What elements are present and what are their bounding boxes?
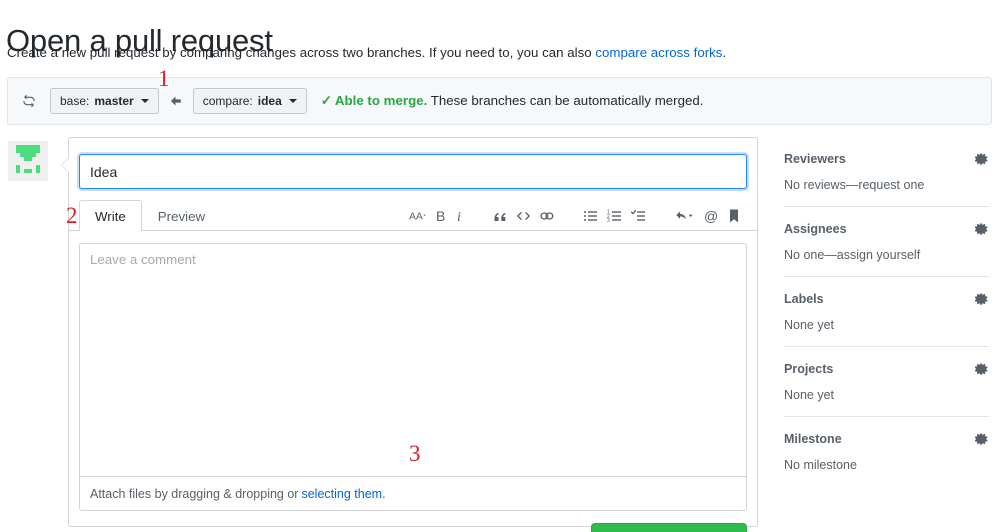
ordered-list-icon[interactable]: 1 2 3 [603,203,627,229]
tab-preview[interactable]: Preview [142,200,221,231]
pull-request-title-input[interactable] [79,154,747,189]
sidebar-section-labels: Labels None yet [784,276,989,346]
sidebar-section-reviewers: Reviewers No reviews—request one [784,152,989,206]
sidebar-section-milestone: Milestone No milestone [784,416,989,486]
gear-icon[interactable] [975,292,989,306]
merge-status-label: Able to merge. [335,93,427,108]
mention-icon[interactable]: @ [699,203,723,229]
sidebar-header-labels[interactable]: Labels [784,292,989,306]
sidebar-value-labels: None yet [784,318,989,332]
sidebar: Reviewers No reviews—request one Assigne… [784,152,989,486]
link-icon[interactable] [535,203,559,229]
sidebar-title-assignees: Assignees [784,222,847,236]
sidebar-value-reviewers[interactable]: No reviews—request one [784,178,989,192]
arrow-left-icon [169,94,183,108]
open-pull-request-page: Open a pull request Create a new pull re… [0,0,1006,532]
svg-text:3: 3 [607,218,610,224]
gear-icon[interactable] [975,152,989,166]
sidebar-section-assignees: Assignees No one—assign yourself [784,206,989,276]
code-icon[interactable] [512,203,535,229]
compare-branch-prefix: compare: [203,94,253,108]
tab-write[interactable]: Write [79,200,142,231]
svg-text:B: B [436,208,445,224]
compare-branch-selector[interactable]: compare: idea [193,88,307,114]
quote-icon[interactable] [489,203,512,229]
selecting-them-link[interactable]: selecting them. [301,487,385,501]
reply-icon[interactable] [671,203,699,229]
sidebar-header-assignees[interactable]: Assignees [784,222,989,236]
composer-footer: M↓ Styling with Markdown is supported Cr… [79,522,747,532]
sidebar-value-assignees[interactable]: No one—assign yourself [784,248,989,262]
base-branch-prefix: base: [60,94,89,108]
task-list-icon[interactable] [627,203,651,229]
sidebar-section-projects: Projects None yet [784,346,989,416]
saved-replies-icon[interactable] [723,203,745,229]
sidebar-title-projects: Projects [784,362,833,376]
compare-across-forks-link[interactable]: compare across forks [595,45,722,60]
gear-icon[interactable] [975,222,989,236]
tab-write-label: Write [95,209,126,224]
branch-comparison-bar: base: master compare: idea ✓Able to merg… [7,77,992,125]
svg-text:AA: AA [409,211,423,222]
subtitle-text-after: . [722,45,726,60]
check-icon: ✓ [321,93,332,108]
merge-status-detail: These branches can be automatically merg… [427,93,703,108]
sidebar-header-projects[interactable]: Projects [784,362,989,376]
svg-text:@: @ [704,208,718,224]
avatar[interactable] [8,141,48,181]
annotation-marker-2: 2 [66,204,78,227]
italic-icon[interactable]: i [451,203,469,229]
base-branch-name: master [94,94,133,108]
sidebar-header-reviewers[interactable]: Reviewers [784,152,989,166]
base-branch-selector[interactable]: base: master [50,88,159,114]
comment-composer: Write Preview AA B i [68,137,758,527]
sidebar-value-milestone: No milestone [784,458,989,472]
tab-preview-label: Preview [158,209,205,224]
sidebar-title-labels: Labels [784,292,824,306]
attach-files-text: Attach files by dragging & dropping or [90,487,298,501]
create-pull-request-button[interactable]: Create pull request [591,523,747,532]
compare-sync-icon [18,90,40,112]
annotation-marker-3: 3 [409,442,421,465]
markdown-toolbar: AA B i [405,200,745,231]
sidebar-title-reviewers: Reviewers [784,152,846,166]
merge-status: ✓Able to merge. These branches can be au… [321,93,704,109]
heading-icon[interactable]: AA [405,203,431,229]
chevron-down-icon [141,99,149,103]
sidebar-value-projects: None yet [784,388,989,402]
sidebar-title-milestone: Milestone [784,432,842,446]
subtitle-text-before: Create a new pull request by comparing c… [7,45,595,60]
sidebar-header-milestone[interactable]: Milestone [784,432,989,446]
unordered-list-icon[interactable] [579,203,603,229]
annotation-marker-1: 1 [158,67,170,90]
attach-files-bar[interactable]: Attach files by dragging & dropping orse… [79,476,747,511]
gear-icon[interactable] [975,362,989,376]
page-subtitle: Create a new pull request by comparing c… [7,43,726,62]
composer-tabs: Write Preview [79,200,221,231]
gear-icon[interactable] [975,432,989,446]
compare-branch-name: idea [258,94,282,108]
svg-text:i: i [457,210,461,224]
bold-icon[interactable]: B [431,203,451,229]
chevron-down-icon [289,99,297,103]
